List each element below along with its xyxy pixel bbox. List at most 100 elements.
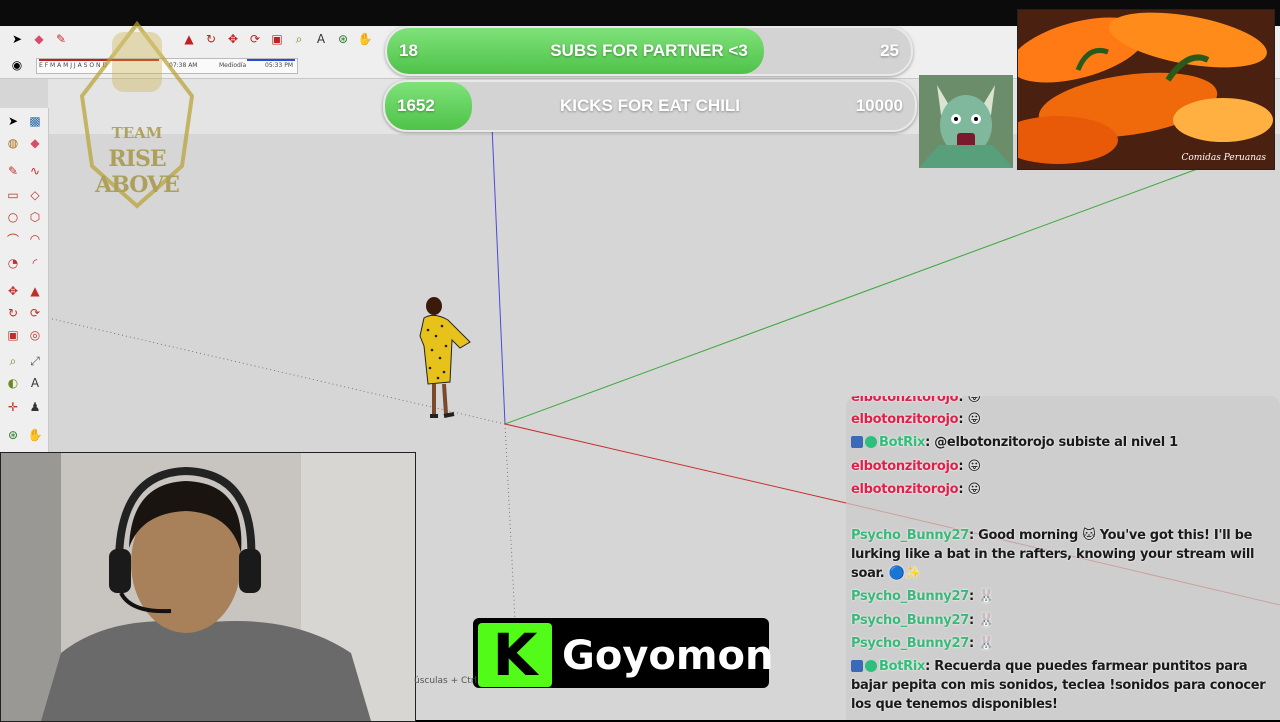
bot-badge-icon xyxy=(851,436,863,448)
chat-message: elbotonzitorojo: 😛 xyxy=(851,396,1275,407)
kicks-goal-label: KICKS FOR EAT CHILI xyxy=(559,96,741,115)
emote-icon: 🐰 xyxy=(978,589,994,604)
emote-icon: 🐰 xyxy=(978,636,994,651)
select-icon[interactable]: ➤ xyxy=(4,112,22,130)
chat-username: Psycho_Bunny27 xyxy=(851,613,969,628)
chat-username: elbotonzitorojo xyxy=(851,396,959,405)
verified-badge-icon xyxy=(865,660,877,672)
chat-username: Psycho_Bunny27 xyxy=(851,636,969,651)
shadow-time-end: 05:33 PM xyxy=(265,62,293,69)
pencil-icon[interactable]: ✎ xyxy=(52,30,70,48)
rotate-icon[interactable]: ↻ xyxy=(202,30,220,48)
pie-icon[interactable]: ◔ xyxy=(4,254,22,272)
chat-message: Psycho_Bunny27: 🐰 xyxy=(851,636,994,651)
orbit-icon[interactable]: ⊛ xyxy=(334,30,352,48)
verified-badge-icon xyxy=(865,436,877,448)
emote-icon: 😛 xyxy=(967,396,981,405)
green-axis xyxy=(504,167,1201,425)
emote-icon: 😛 xyxy=(967,482,981,497)
chat-message: elbotonzitorojo: 😛 xyxy=(851,459,981,474)
move-icon[interactable]: ✥ xyxy=(224,30,242,48)
emote-icon: 😛 xyxy=(967,459,981,474)
arc3-icon[interactable]: ◜ xyxy=(26,254,44,272)
chat-username: BotRix xyxy=(879,435,926,450)
axes-icon[interactable]: ✛ xyxy=(4,398,22,416)
kicks-goal-target: 10000 xyxy=(855,96,903,115)
rotated-rect-icon[interactable]: ◇ xyxy=(26,186,44,204)
chili-peppers-image: Comidas Peruanas xyxy=(1017,9,1275,170)
scale-figure xyxy=(419,297,471,418)
chat-username: BotRix xyxy=(879,659,926,674)
main-toolbar: ➤ ◆ ✎ xyxy=(8,30,70,52)
polygon-icon[interactable]: ⬡ xyxy=(26,208,44,226)
bot-badge-icon xyxy=(851,660,863,672)
chat-message: BotRix: Recuerda que puedes farmear punt… xyxy=(851,659,1266,712)
blue-axis-dotted xyxy=(504,423,516,621)
shadow-toolbar: ◉ xyxy=(8,55,26,75)
team-logo-line1: TEAM xyxy=(111,124,163,142)
streamer-avatar xyxy=(919,75,1013,168)
orbit-icon[interactable]: ⊛ xyxy=(4,426,22,444)
push-pull-icon[interactable]: ▲ xyxy=(26,282,44,300)
scale-icon[interactable]: ▣ xyxy=(4,326,22,344)
protractor-icon[interactable]: ◐ xyxy=(4,374,22,392)
shadow-time-noon: Mediodía xyxy=(219,62,247,69)
chat-username: Psycho_Bunny27 xyxy=(851,528,969,543)
line-icon[interactable]: ✎ xyxy=(4,162,22,180)
subs-goal-target: 25 xyxy=(880,41,899,60)
chat-message: BotRix: @elbotonzitorojo subiste al nive… xyxy=(851,433,1275,452)
text-icon[interactable]: A xyxy=(312,30,330,48)
webcam-feed xyxy=(0,452,416,722)
shadow-icon[interactable]: ◉ xyxy=(8,56,26,74)
emote-icon: 🐰 xyxy=(978,613,994,628)
team-logo: TEAM RISE ABOVE xyxy=(72,16,202,210)
circle-icon[interactable]: ○ xyxy=(4,208,22,226)
offset-icon[interactable]: ▣ xyxy=(268,30,286,48)
move-icon[interactable]: ✥ xyxy=(4,282,22,300)
chat-text: @elbotonzitorojo subiste al nivel 1 xyxy=(934,435,1178,450)
main-toolbar-2: ▲ ↻ ✥ ⟳ ▣ ⌕ A ⊛ ✋ xyxy=(180,30,374,48)
chat-overlay: elbotonzitorojo: 😛 elbotonzitorojo: 😛 Bo… xyxy=(846,396,1280,720)
paint-bucket-icon[interactable]: ◍ xyxy=(4,134,22,152)
left-toolbar: ➤ ▩ ◍ ◆ ✎ ∿ ▭ ◇ ○ ⬡ ⌒ ◠ ◔ ◜ ✥ ▲ ↻ ⟳ ▣ ◎ … xyxy=(0,108,49,452)
offset-icon[interactable]: ◎ xyxy=(26,326,44,344)
follow-me-icon[interactable]: ⟳ xyxy=(26,304,44,322)
arc2-icon[interactable]: ◠ xyxy=(26,230,44,248)
pan-icon[interactable]: ✋ xyxy=(356,30,374,48)
tape-icon[interactable]: ⌕ xyxy=(290,30,308,48)
chat-message: elbotonzitorojo: 😛 xyxy=(851,482,981,497)
kick-logo-icon: K xyxy=(478,621,552,689)
dimension-icon[interactable]: ⤢ xyxy=(26,352,44,370)
emote-icon: 😛 xyxy=(967,412,981,427)
arc-icon[interactable]: ⌒ xyxy=(4,230,22,248)
text-icon[interactable]: A xyxy=(26,374,44,392)
chat-username: elbotonzitorojo xyxy=(851,482,959,497)
component-icon[interactable]: ▩ xyxy=(26,112,44,130)
follow-me-icon[interactable]: ⟳ xyxy=(246,30,264,48)
chat-message: elbotonzitorojo: 😛 xyxy=(851,412,981,427)
chat-message: Psycho_Bunny27: 🐰 xyxy=(851,613,994,628)
chat-message: Psycho_Bunny27: Good morning 🐱 You've go… xyxy=(851,528,1255,581)
walk-icon[interactable]: ♟ xyxy=(26,398,44,416)
eraser-icon[interactable]: ◆ xyxy=(30,30,48,48)
tape-icon[interactable]: ⌕ xyxy=(4,352,22,370)
pepper-caption: Comidas Peruanas xyxy=(1181,153,1266,163)
pan-icon[interactable]: ✋ xyxy=(26,426,44,444)
chat-username: elbotonzitorojo xyxy=(851,412,959,427)
rotate-icon[interactable]: ↻ xyxy=(4,304,22,322)
status-bar-hint: úsculas + Ctrl xyxy=(414,676,478,686)
kicks-goal-bar: 1652 KICKS FOR EAT CHILI 10000 xyxy=(383,80,917,132)
eraser-icon[interactable]: ◆ xyxy=(26,134,44,152)
freehand-icon[interactable]: ∿ xyxy=(26,162,44,180)
select-icon[interactable]: ➤ xyxy=(8,30,26,48)
team-logo-line2: RISE ABOVE xyxy=(95,146,180,198)
time-slider-track xyxy=(247,59,295,61)
chat-username: Psycho_Bunny27 xyxy=(851,589,969,604)
chat-message: Psycho_Bunny27: 🐰 xyxy=(851,589,994,604)
rectangle-icon[interactable]: ▭ xyxy=(4,186,22,204)
subs-goal-bar: 18 SUBS FOR PARTNER <3 25 xyxy=(385,26,913,76)
subs-goal-label: SUBS FOR PARTNER <3 xyxy=(550,41,748,60)
red-axis xyxy=(504,423,847,504)
streamer-name: Goyomon xyxy=(562,633,774,679)
chat-username: elbotonzitorojo xyxy=(851,459,959,474)
